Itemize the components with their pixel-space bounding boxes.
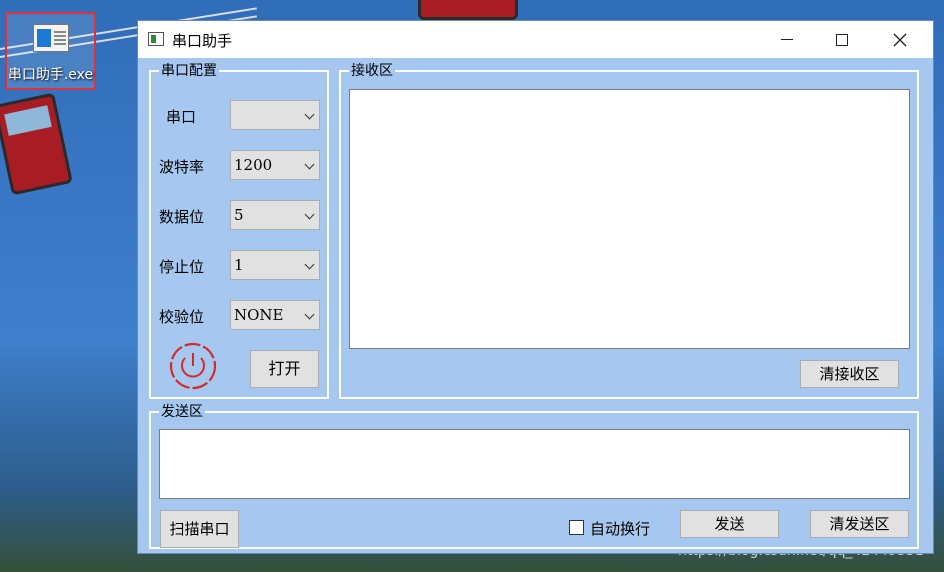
chevron-down-icon (304, 259, 315, 270)
receive-title: 接收区 (351, 63, 393, 79)
chevron-down-icon (304, 209, 315, 220)
send-title: 发送区 (161, 404, 203, 420)
maximize-button[interactable] (813, 21, 871, 58)
app-window: 串口助手 串口配置 串口 波特率 1200 数据位 5 停止位 1 校验位 NO… (137, 20, 934, 554)
auto-newline-label: 自动换行 (590, 520, 651, 538)
gondola-top (418, 0, 518, 20)
clear-receive-button[interactable]: 清接收区 (800, 360, 899, 388)
stop-bits-select[interactable]: 1 (230, 250, 320, 280)
maximize-icon (836, 33, 848, 46)
chevron-down-icon (304, 109, 315, 120)
power-icon (169, 342, 217, 390)
receive-textarea[interactable] (349, 89, 910, 349)
stop-bits-value: 1 (234, 256, 244, 274)
chevron-down-icon (304, 309, 315, 320)
chevron-down-icon (304, 159, 315, 170)
minimize-icon (781, 39, 793, 40)
baud-rate-select[interactable]: 1200 (230, 150, 320, 180)
gondola-left (0, 92, 73, 196)
baud-rate-label: 波特率 (159, 158, 205, 176)
auto-newline-checkbox[interactable] (569, 520, 584, 535)
parity-value: NONE (234, 306, 284, 324)
desktop-icon-serial-helper[interactable]: 串口助手.exe (5, 12, 96, 90)
minimize-button[interactable] (758, 21, 816, 58)
window-title: 串口助手 (172, 32, 233, 50)
close-icon (893, 33, 907, 46)
app-icon (148, 32, 164, 46)
data-bits-label: 数据位 (159, 208, 205, 226)
send-button[interactable]: 发送 (680, 510, 779, 538)
app-icon (33, 24, 69, 52)
clear-send-button[interactable]: 清发送区 (810, 510, 909, 538)
data-bits-value: 5 (234, 206, 244, 224)
close-button[interactable] (871, 21, 929, 58)
port-select[interactable] (230, 100, 320, 130)
baud-rate-value: 1200 (234, 156, 273, 174)
serial-config-title: 串口配置 (161, 63, 217, 79)
port-label: 串口 (166, 108, 197, 126)
stop-bits-label: 停止位 (159, 258, 205, 276)
scan-ports-button[interactable]: 扫描串口 (160, 510, 239, 548)
title-bar[interactable]: 串口助手 (138, 21, 933, 58)
desktop-icon-label: 串口助手.exe (7, 67, 94, 83)
data-bits-select[interactable]: 5 (230, 200, 320, 230)
open-port-button[interactable]: 打开 (250, 350, 319, 388)
send-textarea[interactable] (159, 429, 910, 499)
parity-select[interactable]: NONE (230, 300, 320, 330)
parity-label: 校验位 (159, 308, 205, 326)
